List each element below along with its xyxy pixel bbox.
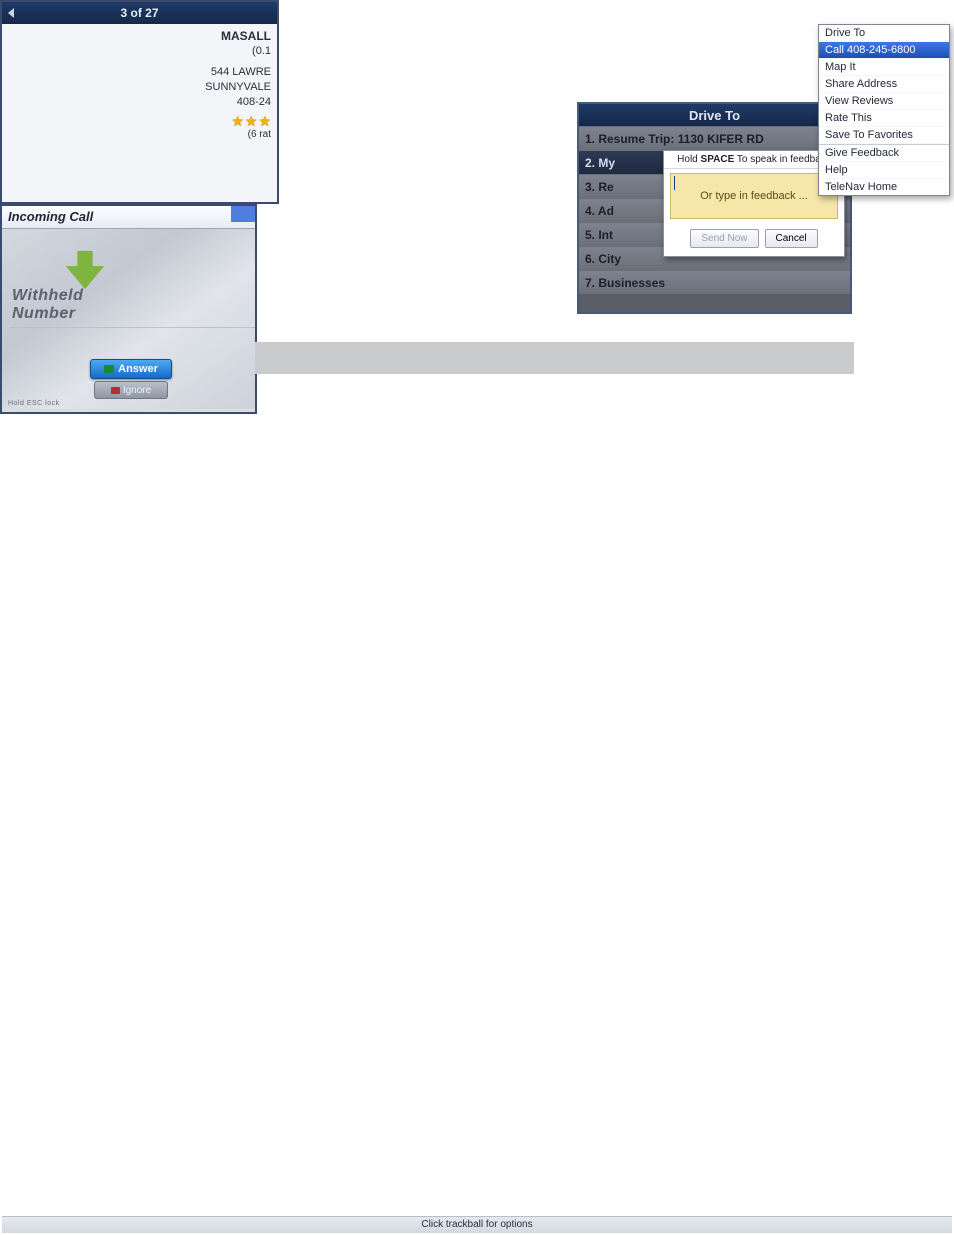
business-detail: MASALL (0.1 544 LAWRE SUNNYVALE 408-24 ★… (2, 24, 277, 141)
drive-to-list-item[interactable]: 7. Businesses (579, 270, 850, 294)
drive-to-list-item[interactable]: 1. Resume Trip: 1130 KIFER RD (579, 126, 850, 150)
menu-item[interactable]: Save To Favorites (819, 127, 949, 144)
business-address-line2: SUNNYVALE (8, 80, 271, 95)
back-arrow-icon[interactable] (8, 8, 14, 18)
answer-button[interactable]: Answer (90, 359, 172, 379)
menu-item[interactable]: Share Address (819, 76, 949, 93)
screenshot-details-popup-menu: 3 of 27 MASALL (0.1 544 LAWRE SUNNYVALE … (0, 0, 279, 204)
menu-item[interactable]: Rate This (819, 110, 949, 127)
business-address-line1: 544 LAWRE (8, 65, 271, 80)
corner-flag-icon (231, 206, 255, 222)
screenshot-drive-to-feedback: Drive To 1. Resume Trip: 1130 KIFER RD2.… (577, 102, 852, 314)
screenshot-incoming-call: Incoming Call Withheld Number Answer Ign… (0, 204, 257, 414)
ratings-count: (6 rat (8, 128, 271, 142)
ignore-button[interactable]: Ignore (94, 381, 168, 399)
menu-item[interactable]: Call 408-245-6800 (819, 42, 949, 59)
caller-id: Withheld Number (10, 287, 255, 328)
cancel-button[interactable]: Cancel (765, 229, 818, 248)
menu-item[interactable]: Map It (819, 59, 949, 76)
incoming-call-title: Incoming Call (8, 209, 93, 224)
phone-ignore-icon (111, 387, 120, 394)
feedback-input[interactable]: Or type in feedback ... (670, 173, 838, 219)
screen-title: Drive To (689, 108, 740, 123)
bottom-hint: Hold ESC lock (8, 400, 60, 407)
menu-item[interactable]: View Reviews (819, 93, 949, 110)
popup-menu: Drive ToCall 408-245-6800Map ItShare Add… (818, 24, 950, 196)
incoming-call-title-bar: Incoming Call (2, 206, 255, 229)
footer-hint: Click trackball for options (2, 1216, 952, 1233)
menu-item[interactable]: Help (819, 162, 949, 179)
business-phone: 408-24 (8, 95, 271, 110)
business-distance: (0.1 (8, 44, 271, 59)
menu-item[interactable]: TeleNav Home (819, 179, 949, 195)
star-icon: ★ (231, 114, 244, 128)
menu-item[interactable]: Give Feedback (819, 144, 949, 162)
feedback-tip: Hold SPACE To speak in feedback (664, 151, 844, 169)
phone-answer-icon (104, 365, 114, 373)
text-cursor (674, 176, 675, 190)
rating-stars: ★ ★ ★ (8, 114, 271, 128)
star-icon: ★ (258, 114, 271, 128)
send-now-button[interactable]: Send Now (690, 229, 758, 248)
menu-item[interactable]: Drive To (819, 25, 949, 42)
screen-title-bar: Drive To (579, 104, 850, 126)
feedback-placeholder: Or type in feedback ... (671, 174, 837, 218)
result-counter: 3 of 27 (120, 6, 158, 20)
business-name: MASALL (8, 28, 271, 44)
star-icon: ★ (245, 114, 258, 128)
details-header: 3 of 27 (2, 2, 277, 24)
call-background: Withheld Number Answer Ignore Hold ESC l… (2, 229, 255, 409)
